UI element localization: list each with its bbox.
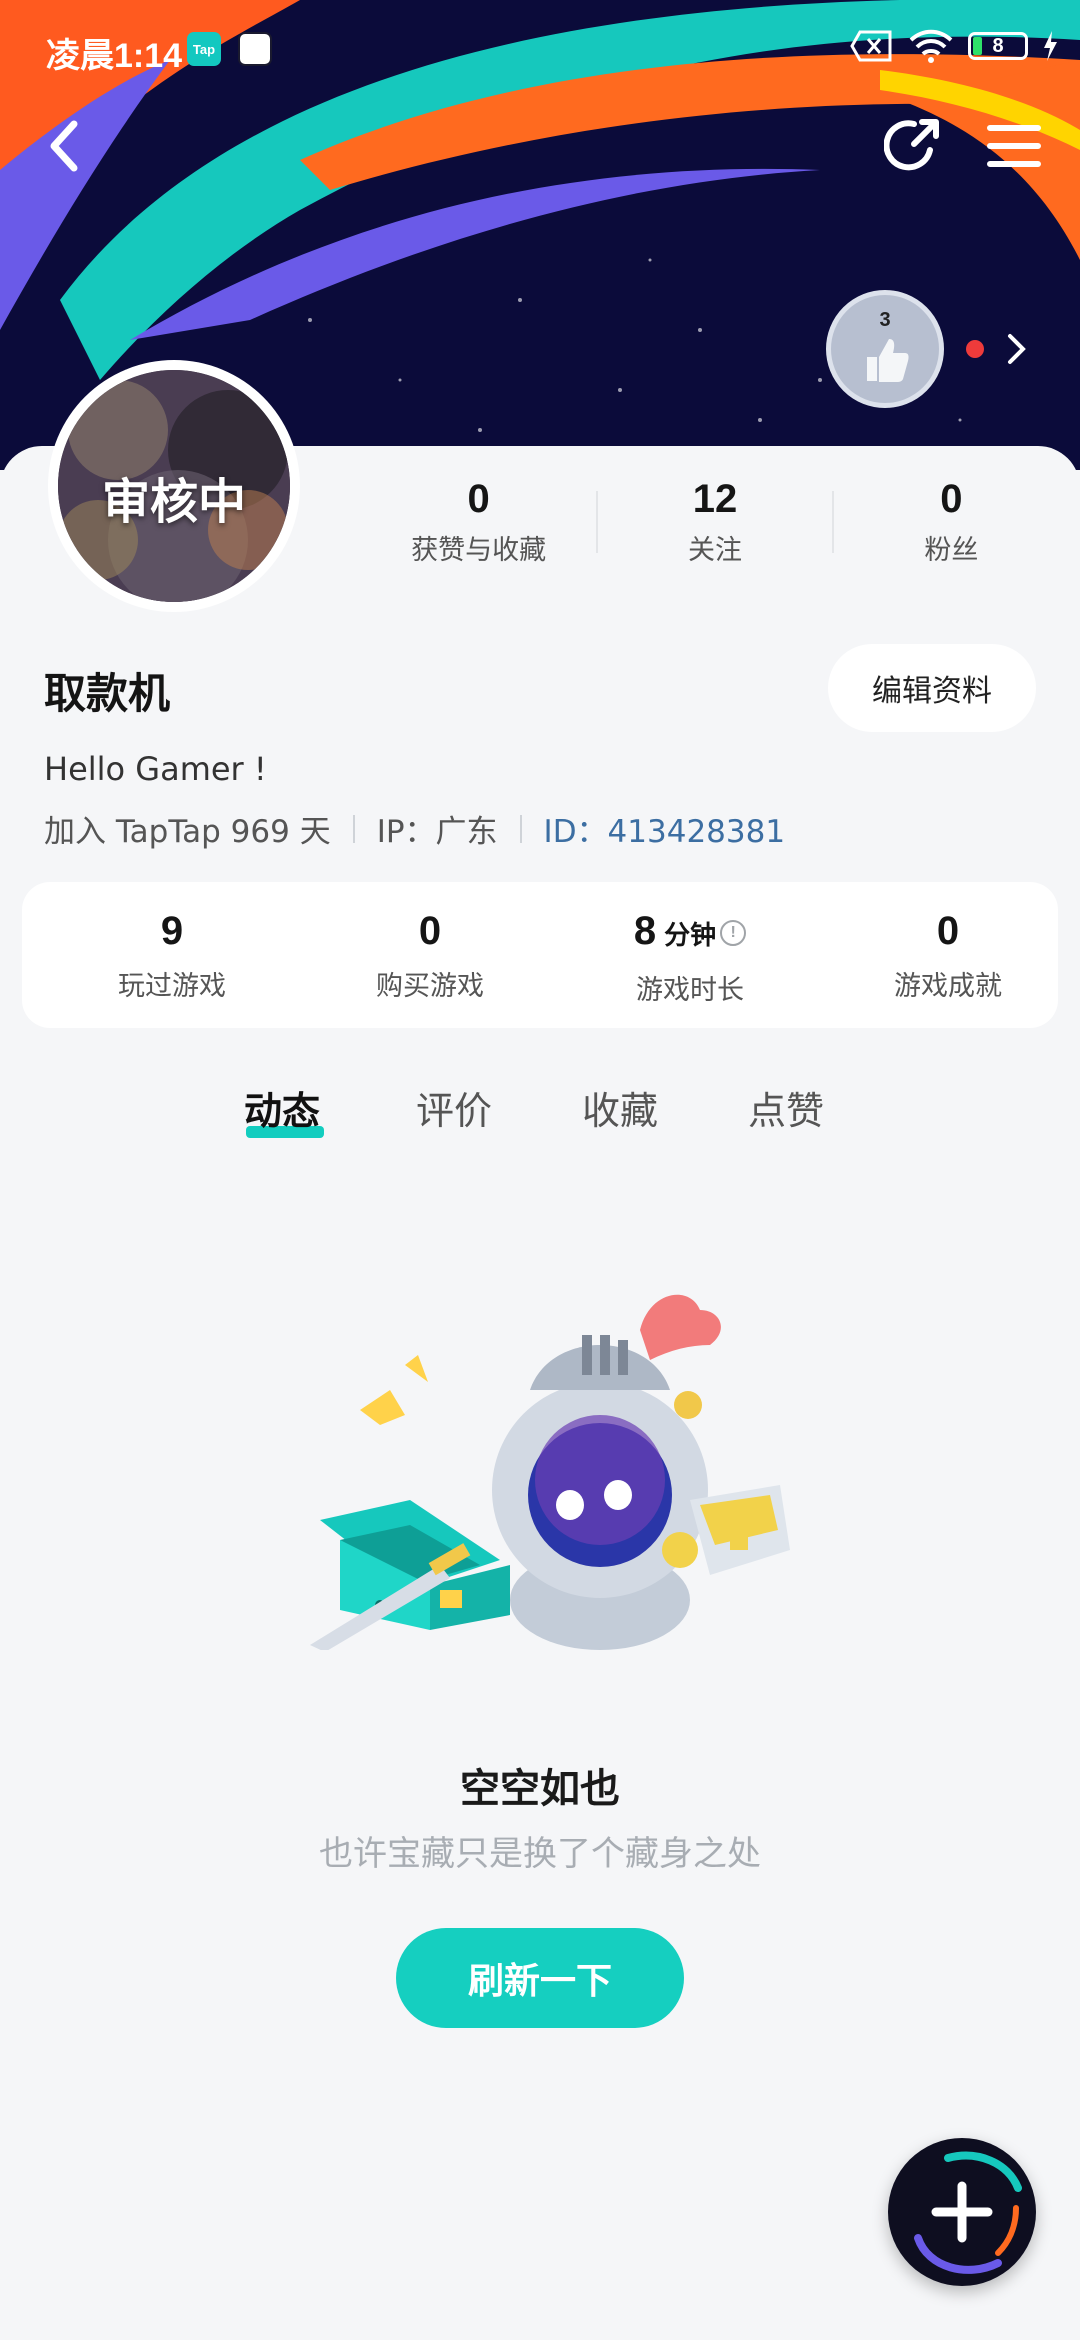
info-icon[interactable]: ! xyxy=(720,920,747,947)
game-stat-value: 8 xyxy=(633,909,657,953)
stat-value: 12 xyxy=(692,477,738,521)
menu-icon xyxy=(987,125,1041,167)
stat-value: 0 xyxy=(467,477,490,521)
join-days: 加入 TapTap 969 天 xyxy=(44,814,331,850)
stat-label: 获赞与收藏 xyxy=(411,535,547,566)
tab-favorites[interactable]: 收藏 xyxy=(582,1080,658,1135)
charging-icon xyxy=(1044,31,1057,61)
avatar-image: 审核中 xyxy=(58,370,290,602)
refresh-button[interactable]: 刷新一下 xyxy=(396,1928,684,2028)
thumbs-up-icon xyxy=(867,339,909,382)
notification-dot xyxy=(966,340,984,358)
game-stat-label: 玩过游戏 xyxy=(118,971,226,1002)
level-badge[interactable]: 3 xyxy=(826,290,944,408)
badge-level: 3 xyxy=(879,309,891,331)
stat-likes[interactable]: 0 获赞与收藏 xyxy=(379,476,579,567)
stat-following[interactable]: 12 关注 xyxy=(615,476,815,567)
game-stat-label: 游戏成就 xyxy=(894,971,1002,1002)
chevron-right-icon[interactable] xyxy=(1006,332,1028,366)
bio: Hello Gamer ! xyxy=(44,750,267,788)
tab-reviews[interactable]: 评价 xyxy=(416,1080,492,1135)
stat-label: 粉丝 xyxy=(924,535,979,566)
stat-label: 关注 xyxy=(687,535,742,566)
back-arrow-icon xyxy=(50,120,78,172)
share-icon xyxy=(884,119,939,171)
empty-state-subtitle: 也许宝藏只是换了个藏身之处 xyxy=(319,1834,761,1874)
game-stat-achievements[interactable]: 0 游戏成就 xyxy=(848,908,1048,1003)
profile-stats: 0 获赞与收藏 12 关注 0 粉丝 xyxy=(370,476,1060,567)
user-id[interactable]: ID：413428381 xyxy=(544,806,786,851)
profile-meta: 加入 TapTap 969 天 IP：广东 ID：413428381 xyxy=(44,806,785,851)
avatar[interactable]: 审核中 xyxy=(48,360,300,612)
game-stat-unit: 分钟 xyxy=(664,920,717,950)
game-stat-purchased[interactable]: 0 购买游戏 xyxy=(330,908,530,1003)
battery-icon: 8 xyxy=(968,32,1028,60)
tab-likes[interactable]: 点赞 xyxy=(748,1080,824,1135)
empty-state-illustration xyxy=(310,1294,790,1650)
create-post-button[interactable] xyxy=(888,2138,1036,2286)
game-stat-value: 9 xyxy=(160,909,184,953)
stat-value: 0 xyxy=(940,477,963,521)
plus-icon xyxy=(914,2151,1022,2274)
taptap-notification-icon: Tap xyxy=(187,32,221,66)
game-stat-label: 游戏时长 xyxy=(636,975,744,1006)
game-stat-value: 0 xyxy=(936,909,960,953)
edit-profile-button[interactable]: 编辑资料 xyxy=(828,644,1036,732)
stat-followers[interactable]: 0 粉丝 xyxy=(851,476,1051,567)
divider xyxy=(519,814,522,843)
status-time: 凌晨1:14 xyxy=(46,37,183,75)
divider xyxy=(352,814,355,843)
game-stat-value: 0 xyxy=(418,909,442,953)
divider xyxy=(595,490,598,553)
back-button[interactable] xyxy=(28,110,100,182)
game-stat-playtime[interactable]: 8 分钟! 游戏时长 xyxy=(590,908,790,1007)
share-button[interactable] xyxy=(878,110,950,182)
sim-off-icon xyxy=(850,30,892,62)
app-notification-icon xyxy=(238,32,272,66)
game-stats-card: 9 玩过游戏 0 购买游戏 8 分钟! 游戏时长 0 游戏成就 xyxy=(22,882,1058,1028)
ip-location: IP：广东 xyxy=(376,814,498,850)
divider xyxy=(832,490,835,553)
username: 取款机 xyxy=(44,669,171,718)
game-stat-label: 购买游戏 xyxy=(376,971,484,1002)
tab-activity[interactable]: 动态 xyxy=(244,1080,320,1135)
empty-state-title: 空空如也 xyxy=(460,1766,620,1812)
menu-button[interactable] xyxy=(978,110,1050,182)
avatar-review-label: 审核中 xyxy=(101,474,246,530)
wifi-icon xyxy=(909,29,953,63)
status-icons: 8 xyxy=(850,26,1058,66)
battery-level: 8 xyxy=(992,34,1004,57)
game-stat-played[interactable]: 9 玩过游戏 xyxy=(72,908,272,1003)
